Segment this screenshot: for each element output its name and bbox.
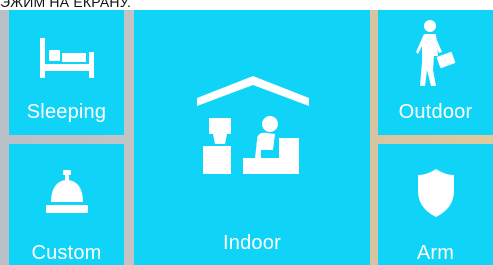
bell-icon [46,170,88,218]
bed-icon [40,38,94,78]
custom-label: Custom [31,242,102,264]
arm-label: Arm [416,242,455,264]
indoor-house-icon [197,76,309,174]
outdoor-tile[interactable]: Outdoor [378,10,493,135]
custom-tile[interactable]: Custom [9,144,124,265]
arm-tile[interactable]: Arm [378,144,493,265]
indoor-label: Indoor [223,232,281,254]
sleeping-tile[interactable]: Sleeping [9,10,124,135]
mode-grid: Sleeping Custom Indoor Outdoor Arm [0,10,493,265]
top-text: ЭЖИМ НА ЕКРАНУ. [0,0,132,10]
indoor-tile[interactable]: Indoor [134,10,370,265]
walking-person-icon [416,20,460,86]
sleeping-label: Sleeping [26,101,107,123]
outdoor-label: Outdoor [398,101,473,123]
top-status-text: ЭЖИМ НА ЕКРАНУ. [0,0,493,10]
shield-icon [418,169,454,217]
